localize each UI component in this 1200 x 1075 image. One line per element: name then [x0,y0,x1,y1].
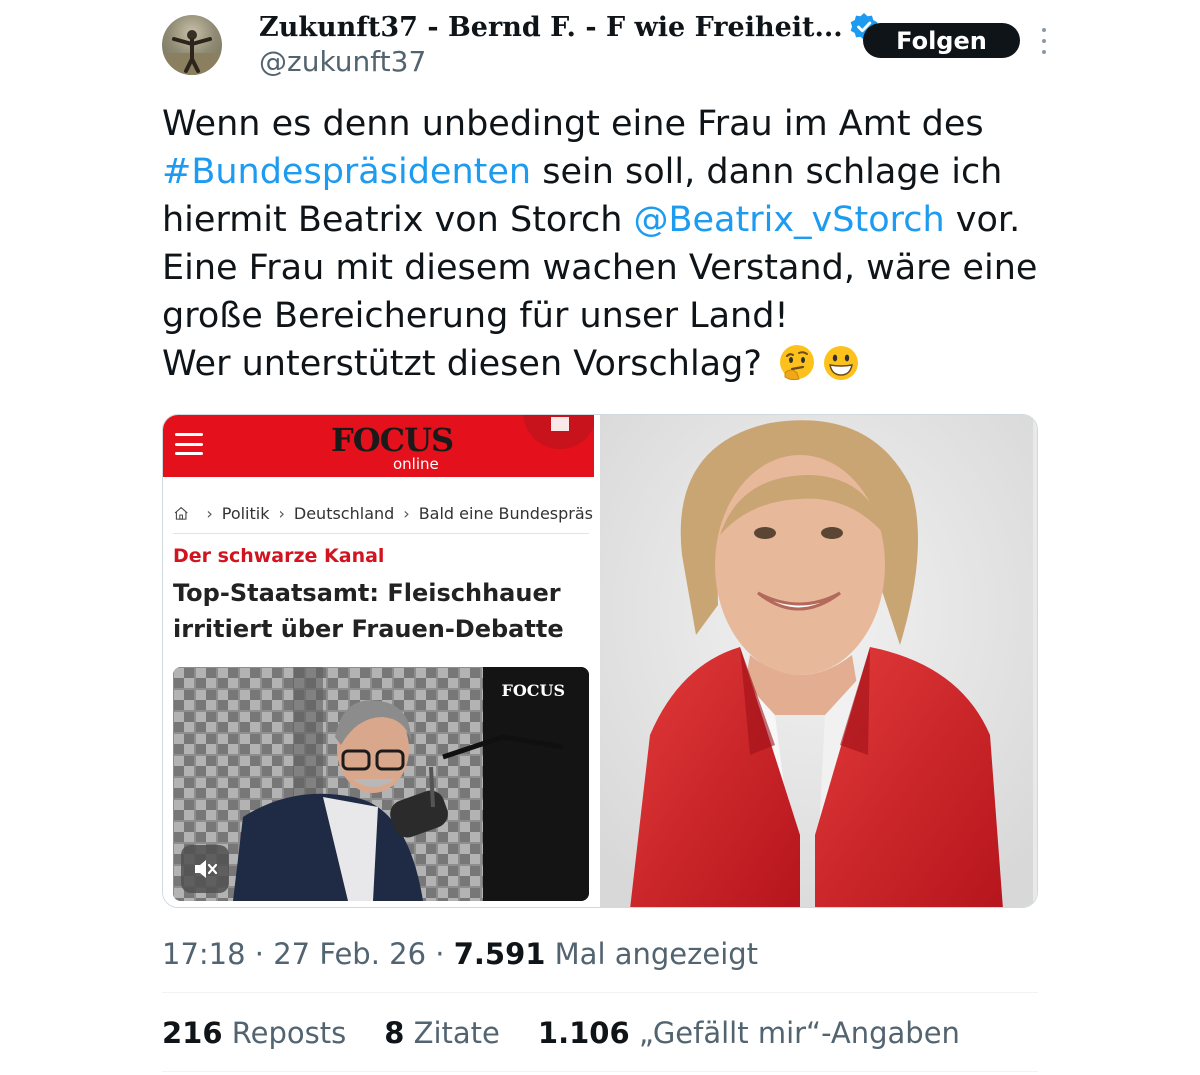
quotes-stat[interactable]: 8 Zitate [384,1016,500,1050]
reposts-count: 216 [162,1016,223,1050]
tweet-line: Wenn es denn unbedingt eine Frau im Amt … [162,100,1042,148]
tweet-line: #Bundespräsidenten sein soll, dann schla… [162,148,1042,196]
divider [162,992,1038,993]
podcast-scene-image [173,667,589,901]
thinking-face-emoji-icon [777,343,817,383]
tweet-media: FOCUS online › Politik › Deutschland › Bald… [162,414,1038,908]
tweet-header: Zukunft37 - Bernd F. - F wie Freiheit...… [162,12,1052,82]
tweet-line: Eine Frau mit diesem wachen Verstand, wä… [162,244,1042,292]
divider [173,533,589,534]
headline-line: irritiert über Frauen-Debatte [173,615,564,643]
tweet-text-segment: sein soll, dann schlage ich [531,152,1003,192]
mute-button[interactable] [181,845,229,893]
tweet-text-segment: große Bereicherung für unser Land! [162,296,789,336]
headline-line: Top-Staatsamt: Fleischhauer [173,579,561,607]
tweet-meta: 17:18 · 27 Feb. 26 · 7.591 Mal angezeigt [162,937,759,971]
breadcrumb: › Politik › Deutschland › Bald eine Bundesp… [173,499,593,527]
mention-link[interactable]: @Beatrix_vStorch [634,200,945,240]
home-icon [174,506,188,520]
focus-logo-word: FOCUS [331,421,454,459]
video-focus-logo: FOCUS [501,681,565,700]
article-screenshot-image[interactable]: FOCUS online › Politik › Deutschland › Bald… [163,415,600,907]
quotes-count: 8 [384,1016,405,1050]
more-options-icon[interactable] [1038,28,1050,54]
tweet-text-segment: Eine Frau mit diesem wachen Verstand, wä… [162,248,1038,288]
portrait-photo-image[interactable] [600,415,1037,907]
hashtag-link[interactable]: #Bundespräsidenten [162,152,531,192]
hamburger-menu-icon [175,433,203,455]
likes-count: 1.106 [537,1016,630,1050]
reposts-label: Reposts [231,1016,347,1050]
avatar[interactable] [162,15,222,75]
tweet-line: große Bereicherung für unser Land! [162,292,1042,340]
article-kicker: Der schwarze Kanal [173,545,385,567]
tweet-text-segment: Wer unterstützt diesen Vorschlag? [162,344,762,384]
tweet-text-segment: vor. [944,200,1021,240]
focus-header-bar: FOCUS online [163,415,594,477]
breadcrumb-item: Deutschland [293,503,395,523]
woman-portrait [600,415,1033,907]
follow-button[interactable]: Folgen [863,23,1020,58]
tweet-line: hiermit Beatrix von Storch @Beatrix_vSto… [162,196,1042,244]
reposts-stat[interactable]: 216 Reposts [162,1016,346,1050]
focus-logo-sub: online [393,455,439,473]
breadcrumb-item: Politik [221,503,270,523]
tweet-text: Wenn es denn unbedingt eine Frau im Amt … [162,100,1042,388]
views-label: Mal angezeigt [554,937,759,971]
article-video-thumbnail: FOCUS [173,667,589,901]
breadcrumb-item: Bald eine Bundespräs [418,503,593,523]
likes-stat[interactable]: 1.106 „Gefällt mir“-Angaben [538,1016,960,1050]
article-headline: Top-Staatsamt: Fleischhauer irritiert üb… [173,575,593,647]
tweet-text-segment: hiermit Beatrix von Storch [162,200,634,240]
focus-logo: FOCUS online [331,421,454,473]
tweet-line: Wer unterstützt diesen Vorschlag? [162,340,1042,388]
tweet-text-segment: Wenn es denn unbedingt eine Frau im Amt … [162,104,984,144]
name-row: Zukunft37 - Bernd F. - F wie Freiheit... [259,12,879,43]
quotes-label: Zitate [413,1016,500,1050]
display-name[interactable]: Zukunft37 - Bernd F. - F wie Freiheit... [259,12,843,43]
engagement-stats: 216 Reposts 8 Zitate 1.106 „Gefällt mir“… [162,1016,998,1050]
tweet-date[interactable]: 27 Feb. 26 [273,937,426,971]
tweet-time[interactable]: 17:18 [162,937,246,971]
handle[interactable]: @zukunft37 [259,45,426,78]
speaker-muted-icon [195,860,218,878]
grinning-face-emoji-icon [821,343,861,383]
divider [162,1071,1038,1072]
likes-label: „Gefällt mir“-Angaben [638,1016,960,1050]
views-count: 7.591 [453,937,546,971]
red-circle-decoration [523,415,594,449]
